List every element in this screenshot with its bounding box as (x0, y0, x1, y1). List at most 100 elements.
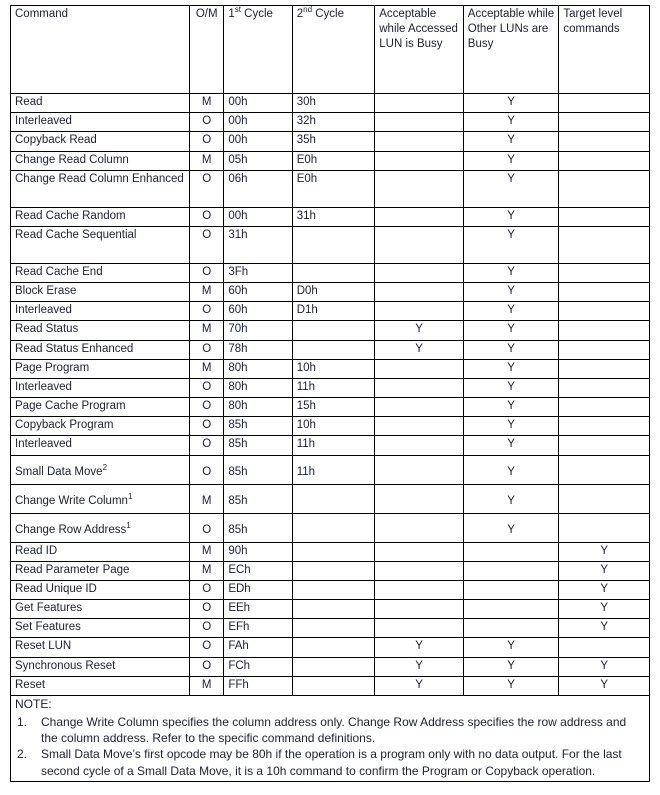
command-name: Change Row Address (15, 524, 127, 537)
cell-acceptable-other-luns-busy (462, 541, 560, 562)
command-table-container: Command O/M 1st Cycle 2nd Cycle Acceptab… (9, 5, 650, 783)
cell-acceptable-other-luns-busy (462, 579, 560, 601)
cell-om: M (189, 92, 225, 114)
cell-command: Copyback Program (9, 416, 191, 437)
table-row: Read Unique ID O EDh Y (9, 579, 650, 601)
cell-om: O (189, 206, 225, 227)
cell-command: Synchronous Reset (9, 656, 191, 677)
cell-cycle1: 85h (223, 512, 293, 543)
command-name: Read Status Enhanced (15, 342, 134, 355)
table-row: Change Write Column1 M 85h Y (9, 483, 650, 514)
note-item-number: 1. (17, 714, 28, 729)
header-om: O/M (189, 5, 225, 94)
cell-cycle1: FAh (223, 637, 293, 658)
cell-cycle1: 80h (223, 377, 293, 399)
cell-acceptable-accessed-lun-busy (374, 282, 464, 303)
command-name: Reset (15, 678, 46, 691)
cell-command: Read Status (9, 320, 191, 341)
command-name: Copyback Program (15, 419, 114, 432)
cell-om: O (189, 262, 225, 284)
cell-cycle2 (291, 225, 376, 264)
note-item: 2. Small Data Move’s first opcode may be … (15, 746, 645, 779)
cell-cycle1: 00h (223, 206, 293, 227)
command-name: Block Erase (15, 285, 77, 298)
cell-cycle2: 10h (291, 358, 376, 379)
note-cell: NOTE: 1. Change Write Column specifies th… (10, 694, 650, 783)
cell-cycle1: 00h (223, 131, 293, 152)
cell-om: O (189, 599, 225, 620)
table-row: Read Status Enhanced O 78h Y Y (9, 339, 650, 360)
command-name: Change Write Column (15, 495, 128, 508)
cell-acceptable-accessed-lun-busy (374, 512, 464, 543)
cell-target-level-commands (558, 169, 650, 208)
command-name: Read Cache Random (15, 209, 126, 222)
cell-acceptable-accessed-lun-busy (374, 560, 464, 581)
cell-target-level-commands (558, 262, 650, 284)
cell-target-level-commands (558, 320, 650, 341)
header-acceptable-accessed-lun-busy: Acceptable while Accessed LUN is Busy (374, 5, 464, 94)
cell-acceptable-other-luns-busy: Y (462, 512, 560, 543)
cell-target-level-commands (558, 397, 650, 418)
cell-acceptable-other-luns-busy: Y (462, 169, 560, 208)
cell-target-level-commands: Y (558, 599, 650, 620)
cell-cycle2 (291, 320, 376, 341)
footnote-marker: 1 (127, 492, 133, 502)
cell-acceptable-accessed-lun-busy: Y (374, 637, 464, 658)
table-row: Block Erase M 60h D0h Y (9, 282, 650, 303)
cell-cycle1: 80h (223, 397, 293, 418)
cell-acceptable-accessed-lun-busy (374, 416, 464, 437)
cell-om: M (189, 282, 225, 303)
cell-cycle2: E0h (291, 150, 376, 171)
cell-cycle2 (291, 599, 376, 620)
cell-cycle1: 60h (223, 301, 293, 322)
cell-acceptable-other-luns-busy (462, 618, 560, 639)
cell-om: M (189, 358, 225, 379)
cell-om: O (189, 656, 225, 677)
cell-cycle1: FFh (223, 675, 293, 696)
command-name: Interleaved (15, 115, 72, 128)
cell-cycle1: FCh (223, 656, 293, 677)
cell-command: Read (9, 92, 191, 114)
table-row: Copyback Program O 85h 10h Y (9, 416, 650, 437)
command-name: Read Unique ID (15, 582, 97, 595)
cell-target-level-commands (558, 225, 650, 264)
table-row: Read Cache End O 3Fh Y (9, 262, 650, 284)
cell-target-level-commands (558, 206, 650, 227)
cell-cycle1: 70h (223, 320, 293, 341)
cell-cycle1: 85h (223, 416, 293, 437)
cell-target-level-commands (558, 339, 650, 360)
table-row: Change Read Column M 05h E0h Y (9, 150, 650, 171)
cell-om: O (189, 416, 225, 437)
cell-command: Set Features (9, 618, 191, 639)
cell-command: Read Status Enhanced (9, 339, 191, 360)
cell-acceptable-accessed-lun-busy: Y (374, 320, 464, 341)
table-row: Read Status M 70h Y Y (9, 320, 650, 341)
cell-cycle2 (291, 541, 376, 562)
cell-cycle2 (291, 675, 376, 696)
cell-om: M (189, 150, 225, 171)
table-row: Small Data Move2 O 85h 11h Y (9, 454, 650, 485)
cell-om: M (189, 320, 225, 341)
cell-acceptable-accessed-lun-busy (374, 435, 464, 456)
header-cycle2-suffix: Cycle (312, 8, 344, 20)
cell-acceptable-other-luns-busy: Y (462, 377, 560, 399)
cell-target-level-commands (558, 483, 650, 514)
cell-target-level-commands (558, 454, 650, 485)
command-name: Small Data Move (15, 466, 103, 479)
cell-cycle2: 11h (291, 435, 376, 456)
cell-command: Read ID (9, 541, 191, 562)
command-name: Read Cache Sequential (15, 228, 137, 241)
header-cycle1: 1st Cycle (223, 5, 293, 94)
table-row: Interleaved O 60h D1h Y (9, 301, 650, 322)
table-row: Change Row Address1 O 85h Y (9, 512, 650, 543)
table-header: Command O/M 1st Cycle 2nd Cycle Acceptab… (9, 5, 650, 94)
cell-target-level-commands: Y (558, 656, 650, 677)
cell-acceptable-other-luns-busy: Y (462, 435, 560, 456)
command-name: Read ID (15, 544, 58, 557)
cell-cycle2: D0h (291, 282, 376, 303)
cell-om: O (189, 512, 225, 543)
cell-command: Read Cache Sequential (9, 225, 191, 264)
cell-om: O (189, 377, 225, 399)
cell-command: Read Unique ID (9, 579, 191, 601)
cell-cycle2: 11h (291, 377, 376, 399)
